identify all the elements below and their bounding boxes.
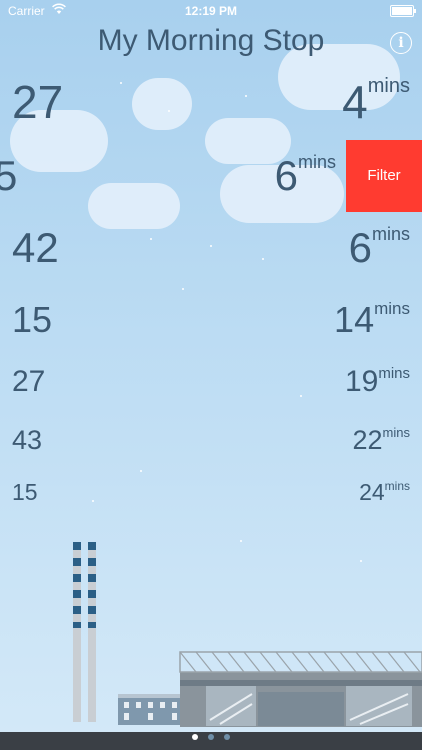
eta-minutes: 24 [359, 479, 385, 505]
arrival-row[interactable]: 43 22mins [0, 425, 422, 462]
page-title: My Morning Stop [97, 24, 325, 57]
bottom-bar [0, 732, 422, 750]
route-number: 5 [0, 152, 18, 199]
arrival-row[interactable]: 15 14mins [0, 299, 422, 345]
eta-unit: mins [297, 152, 336, 172]
arrival-row[interactable]: 42 6mins [0, 224, 422, 276]
eta-value: 4mins [342, 75, 410, 129]
eta-unit: mins [367, 75, 410, 97]
info-icon[interactable]: i [390, 32, 412, 54]
eta-value: 6mins [349, 224, 410, 272]
eta-minutes: 6 [274, 152, 298, 199]
eta-unit: mins [378, 365, 410, 382]
route-number: 43 [12, 425, 43, 455]
eta-minutes: 6 [348, 224, 372, 271]
dublin-skyline-illustration [73, 542, 422, 727]
page-dot[interactable] [224, 734, 230, 740]
battery-icon [390, 5, 416, 17]
clock: 12:19 PM [184, 4, 238, 18]
route-number: 27 [12, 76, 64, 128]
eta-unit: mins [374, 299, 410, 318]
arrival-row[interactable]: 27 19mins [0, 365, 422, 405]
eta-minutes: 22 [352, 425, 383, 455]
eta-unit: mins [384, 479, 410, 493]
page-dot[interactable] [208, 734, 214, 740]
eta-unit: mins [371, 224, 410, 244]
eta-minutes: 14 [334, 299, 375, 340]
eta-value: 24mins [359, 479, 410, 506]
eta-value: 14mins [334, 299, 410, 341]
eta-minutes: 19 [344, 365, 379, 398]
filter-button[interactable]: Filter [346, 140, 422, 212]
star-decoration [182, 288, 184, 290]
eta-value: 6mins [275, 152, 336, 200]
route-number: 27 [12, 365, 46, 398]
star-decoration [140, 470, 142, 472]
eta-value: 22mins [353, 425, 411, 456]
arrival-row[interactable]: 15 24mins [0, 479, 422, 512]
route-number: 42 [12, 224, 59, 271]
route-number: 15 [12, 479, 38, 505]
arrival-row[interactable]: 27 4mins [0, 75, 422, 131]
page-indicator[interactable] [0, 727, 422, 745]
route-number: 15 [12, 299, 53, 340]
eta-unit: mins [382, 425, 410, 440]
page-dot[interactable] [192, 734, 198, 740]
status-bar: Carrier 12:19 PM [0, 0, 422, 22]
eta-value: 19mins [345, 365, 410, 399]
eta-minutes: 4 [342, 76, 368, 128]
